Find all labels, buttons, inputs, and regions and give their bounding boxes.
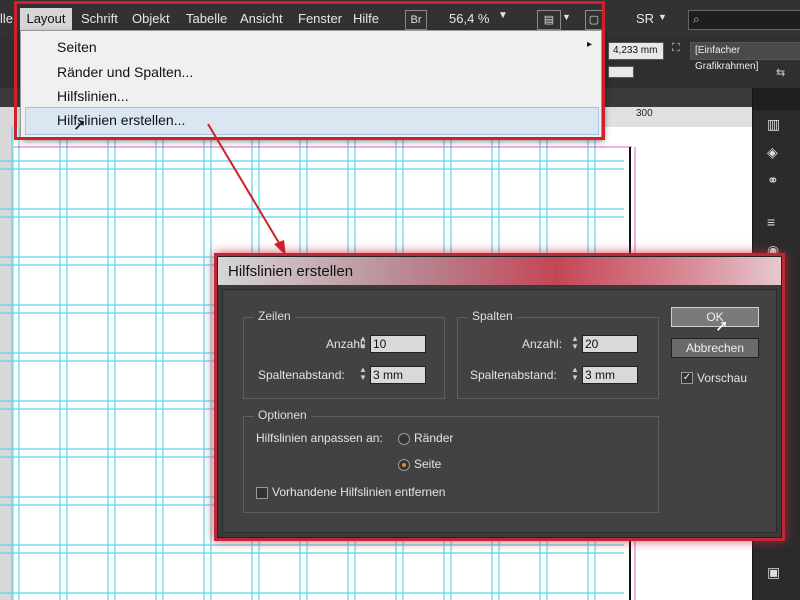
rows-count-stepper[interactable]: ▲ ▼ (358, 335, 368, 353)
rows-gutter-stepper[interactable]: ▲ ▼ (358, 366, 368, 384)
rows-gutter-label: Spaltenabstand: (258, 368, 345, 382)
ruler-label: 300 (636, 108, 653, 119)
fit-margins-label: Ränder (414, 431, 454, 445)
panel-header (753, 88, 800, 110)
rows-count-input[interactable]: 10 (370, 335, 426, 353)
stroke-icon[interactable]: ≡ (767, 214, 785, 230)
fit-guides-label: Hilfslinien anpassen an: (256, 431, 383, 445)
columns-count-label: Anzahl: (522, 337, 563, 351)
annotation-arrow (207, 123, 286, 256)
search-icon: ⌕ (693, 12, 700, 26)
highlight-frame (14, 1, 605, 140)
columns-gutter-input[interactable]: 3 mm (582, 366, 638, 384)
chevron-down-icon[interactable]: ▼ (658, 12, 667, 22)
remove-existing-label: Vorhandene Hilfslinien entfernen (272, 485, 446, 499)
fit-margins-radio[interactable] (398, 433, 410, 445)
dimension-field[interactable]: 4,233 mm (608, 42, 664, 60)
layers-icon[interactable]: ◈ (767, 144, 785, 160)
fit-page-label: Seite (414, 457, 442, 471)
rows-group: Zeilen Anzahl: ▲ ▼ 10 Spaltenabstand: ▲ ▼ … (243, 309, 445, 399)
remove-existing-checkbox[interactable] (256, 487, 268, 499)
workspace-label[interactable]: SR (636, 11, 654, 26)
columns-group: Spalten Anzahl: ▲ ▼ 20 Spaltenabstand: ▲ ▼… (457, 309, 659, 399)
preview-checkbox[interactable]: ✓ (681, 372, 693, 384)
rows-group-title: Zeilen (254, 309, 295, 323)
fit-page-radio[interactable] (398, 459, 410, 471)
text-wrap-icon[interactable]: ▣ (767, 564, 785, 580)
preview-label: Vorschau (697, 371, 748, 385)
toggle-icon[interactable]: ⇆ (776, 66, 785, 79)
columns-gutter-label: Spaltenabstand: (470, 368, 557, 382)
cursor-icon: ➚ (715, 318, 729, 335)
columns-count-input[interactable]: 20 (582, 335, 638, 353)
cancel-button[interactable]: Abbrechen (671, 338, 759, 358)
dialog-title-bar[interactable]: Hilfslinien erstellen (218, 257, 781, 285)
pages-icon[interactable]: ▥ (767, 116, 785, 132)
menu-item-partial[interactable]: lle (0, 11, 13, 26)
options-group-title: Optionen (254, 408, 311, 422)
options-group: Optionen Hilfslinien anpassen an: Ränder… (243, 408, 659, 513)
small-field[interactable] (608, 66, 634, 78)
columns-gutter-stepper[interactable]: ▲ ▼ (570, 366, 580, 384)
columns-group-title: Spalten (468, 309, 517, 323)
dialog-body: Zeilen Anzahl: ▲ ▼ 10 Spaltenabstand: ▲ ▼ … (222, 289, 777, 533)
dialog-title: Hilfslinien erstellen (228, 263, 354, 280)
create-guides-dialog: Hilfslinien erstellen Zeilen Anzahl: ▲ ▼ … (217, 256, 782, 538)
links-icon[interactable]: ⚭ (767, 172, 785, 188)
search-input[interactable]: ⌕ (688, 10, 800, 30)
columns-count-stepper[interactable]: ▲ ▼ (570, 335, 580, 353)
object-style-dropdown[interactable]: [Einfacher Grafikrahmen] (690, 42, 800, 72)
frame-icon: ⛶ (672, 42, 680, 54)
rows-gutter-input[interactable]: 3 mm (370, 366, 426, 384)
